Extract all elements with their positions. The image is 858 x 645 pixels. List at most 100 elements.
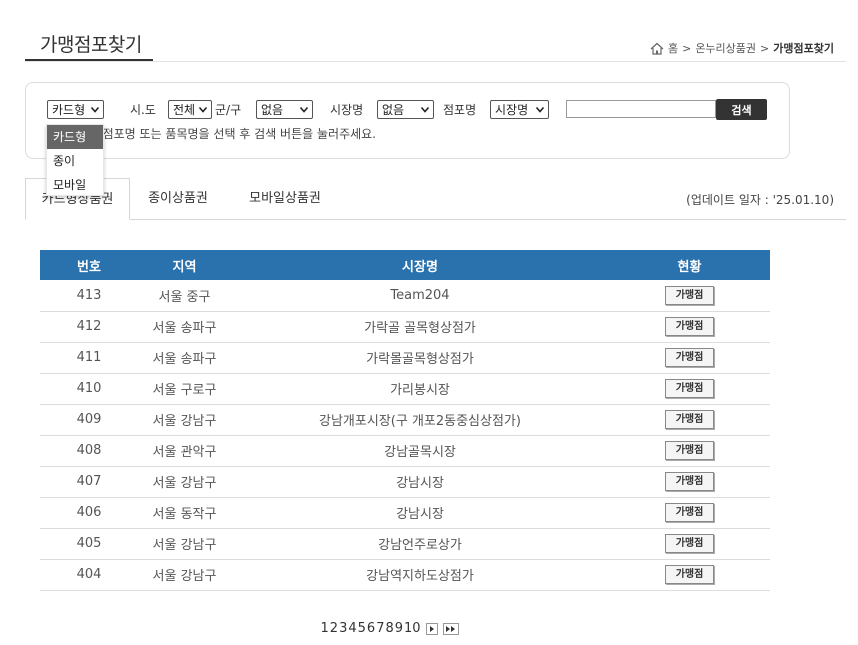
gungu-label: 군/구 — [215, 103, 242, 117]
cell-market: 강남시장 — [231, 497, 609, 529]
table-header-row: 번호 지역 시장명 현황 — [40, 250, 770, 280]
breadcrumb-onnuri[interactable]: 온누리상품권 — [695, 40, 756, 56]
table-row: 411 서울 송파구 가락몰골목형상점가 가맹점 — [40, 342, 770, 374]
cell-status: 가맹점 — [609, 404, 770, 436]
page-link[interactable]: 2 — [329, 621, 338, 636]
sido-select[interactable]: 전체 — [168, 100, 212, 119]
tab-mobile-voucher[interactable]: 모바일상품권 — [230, 178, 340, 220]
cell-status: 가맹점 — [609, 497, 770, 529]
sido-value: 전체 — [173, 103, 196, 117]
cell-region: 서울 강남구 — [138, 559, 231, 591]
store-list-button[interactable]: 가맹점 — [665, 441, 714, 460]
cell-market: 가락몰골목형상점가 — [231, 342, 609, 374]
title-divider — [25, 61, 846, 62]
cell-status: 가맹점 — [609, 373, 770, 405]
table-row: 407 서울 강남구 강남시장 가맹점 — [40, 466, 770, 498]
page-link[interactable]: 3 — [339, 621, 348, 636]
home-icon[interactable] — [650, 42, 664, 55]
table-row: 404 서울 강남구 강남역지하도상점가 가맹점 — [40, 559, 770, 591]
cell-status: 가맹점 — [609, 311, 770, 343]
store-label: 점포명 — [443, 103, 477, 117]
chevron-right-icon: > — [760, 41, 770, 55]
card-type-select[interactable]: 카드형 — [47, 100, 104, 119]
page-link[interactable]: 9 — [394, 621, 403, 636]
column-header-region: 지역 — [138, 250, 231, 280]
cell-region: 서울 관악구 — [138, 435, 231, 467]
breadcrumb-current: 가맹점포찾기 — [773, 42, 834, 55]
cell-number: 409 — [40, 404, 138, 436]
cell-region: 서울 강남구 — [138, 404, 231, 436]
page-link[interactable]: 5 — [357, 621, 366, 636]
card-type-dropdown-list: 카드형 종이 모바일 — [46, 124, 104, 196]
cell-market: 강남개포시장(구 개포2동중심상점가) — [231, 404, 609, 436]
page-title: 가맹점포찾기 — [40, 34, 142, 56]
cell-market: 강남역지하도상점가 — [231, 559, 609, 591]
store-search-type-value: 시장명 — [495, 103, 529, 117]
cell-number: 411 — [40, 342, 138, 374]
cell-market: 강남골목시장 — [231, 435, 609, 467]
gungu-select[interactable]: 없음 — [256, 100, 313, 119]
store-list-button[interactable]: 가맹점 — [665, 379, 714, 398]
gungu-value: 없음 — [261, 103, 284, 117]
cell-status: 가맹점 — [609, 466, 770, 498]
cell-region: 서울 동작구 — [138, 497, 231, 529]
table-row: 409 서울 강남구 강남개포시장(구 개포2동중심상점가) 가맹점 — [40, 404, 770, 436]
cell-number: 407 — [40, 466, 138, 498]
cell-number: 406 — [40, 497, 138, 529]
cell-number: 412 — [40, 311, 138, 343]
market-label: 시장명 — [330, 103, 364, 117]
page-link[interactable]: 4 — [348, 621, 357, 636]
page-link[interactable]: 6 — [366, 621, 375, 636]
cell-region: 서울 구로구 — [138, 373, 231, 405]
cell-market: 강남시장 — [231, 466, 609, 498]
store-list-button[interactable]: 가맹점 — [665, 285, 714, 305]
market-value: 없음 — [382, 103, 405, 117]
page-link[interactable]: 7 — [376, 621, 385, 636]
tab-paper-voucher[interactable]: 종이상품권 — [133, 178, 223, 220]
keyword-input[interactable] — [566, 100, 716, 118]
table-row: 410 서울 구로구 가리봉시장 가맹점 — [40, 373, 770, 405]
cell-market: 가리봉시장 — [231, 373, 609, 405]
chevron-down-icon — [90, 106, 100, 113]
cell-region: 서울 송파구 — [138, 342, 231, 374]
cell-number: 413 — [40, 280, 138, 312]
table-row: 405 서울 강남구 강남언주로상가 가맹점 — [40, 528, 770, 560]
pagination: 1 2 3 4 5 6 7 8 9 10 — [320, 621, 460, 636]
chevron-down-icon — [420, 106, 430, 113]
cell-market: Team204 — [231, 280, 609, 312]
page-link[interactable]: 10 — [404, 621, 422, 636]
cell-market: 가락골 골목형상점가 — [231, 311, 609, 343]
next-page-icon[interactable] — [426, 622, 439, 635]
cell-status: 가맹점 — [609, 280, 770, 312]
store-list-button[interactable]: 가맹점 — [665, 348, 714, 367]
cell-status: 가맹점 — [609, 528, 770, 560]
chevron-down-icon — [299, 106, 309, 113]
store-list-button[interactable]: 가맹점 — [665, 565, 714, 584]
store-search-type-select[interactable]: 시장명 — [490, 100, 549, 119]
breadcrumb-home[interactable]: 홈 — [668, 40, 678, 56]
table-row: 408 서울 관악구 강남골목시장 가맹점 — [40, 435, 770, 467]
store-list-button[interactable]: 가맹점 — [665, 472, 714, 491]
page-link[interactable]: 1 — [320, 621, 329, 636]
dropdown-option-mobile[interactable]: 모바일 — [47, 173, 103, 197]
search-button[interactable]: 검색 — [716, 99, 767, 120]
chevron-down-icon — [535, 106, 545, 113]
dropdown-option-card[interactable]: 카드형 — [47, 125, 103, 149]
cell-number: 410 — [40, 373, 138, 405]
dropdown-option-paper[interactable]: 종이 — [47, 149, 103, 173]
page-link[interactable]: 8 — [385, 621, 394, 636]
cell-number: 408 — [40, 435, 138, 467]
update-date: (업데이트 일자 : '25.01.10) — [686, 193, 834, 207]
table-row: 406 서울 동작구 강남시장 가맹점 — [40, 497, 770, 529]
store-list-button[interactable]: 가맹점 — [665, 503, 714, 522]
column-header-status: 현황 — [609, 250, 770, 280]
store-list-button[interactable]: 가맹점 — [665, 534, 714, 553]
column-header-number: 번호 — [40, 250, 138, 280]
market-select[interactable]: 없음 — [377, 100, 434, 119]
breadcrumb: 홈 > 온누리상품권 > 가맹점포찾기 — [650, 40, 834, 56]
cell-region: 서울 강남구 — [138, 466, 231, 498]
chevron-right-icon: > — [682, 41, 692, 55]
last-page-icon[interactable] — [443, 622, 460, 635]
store-list-button[interactable]: 가맹점 — [665, 410, 714, 429]
store-list-button[interactable]: 가맹점 — [665, 317, 714, 336]
